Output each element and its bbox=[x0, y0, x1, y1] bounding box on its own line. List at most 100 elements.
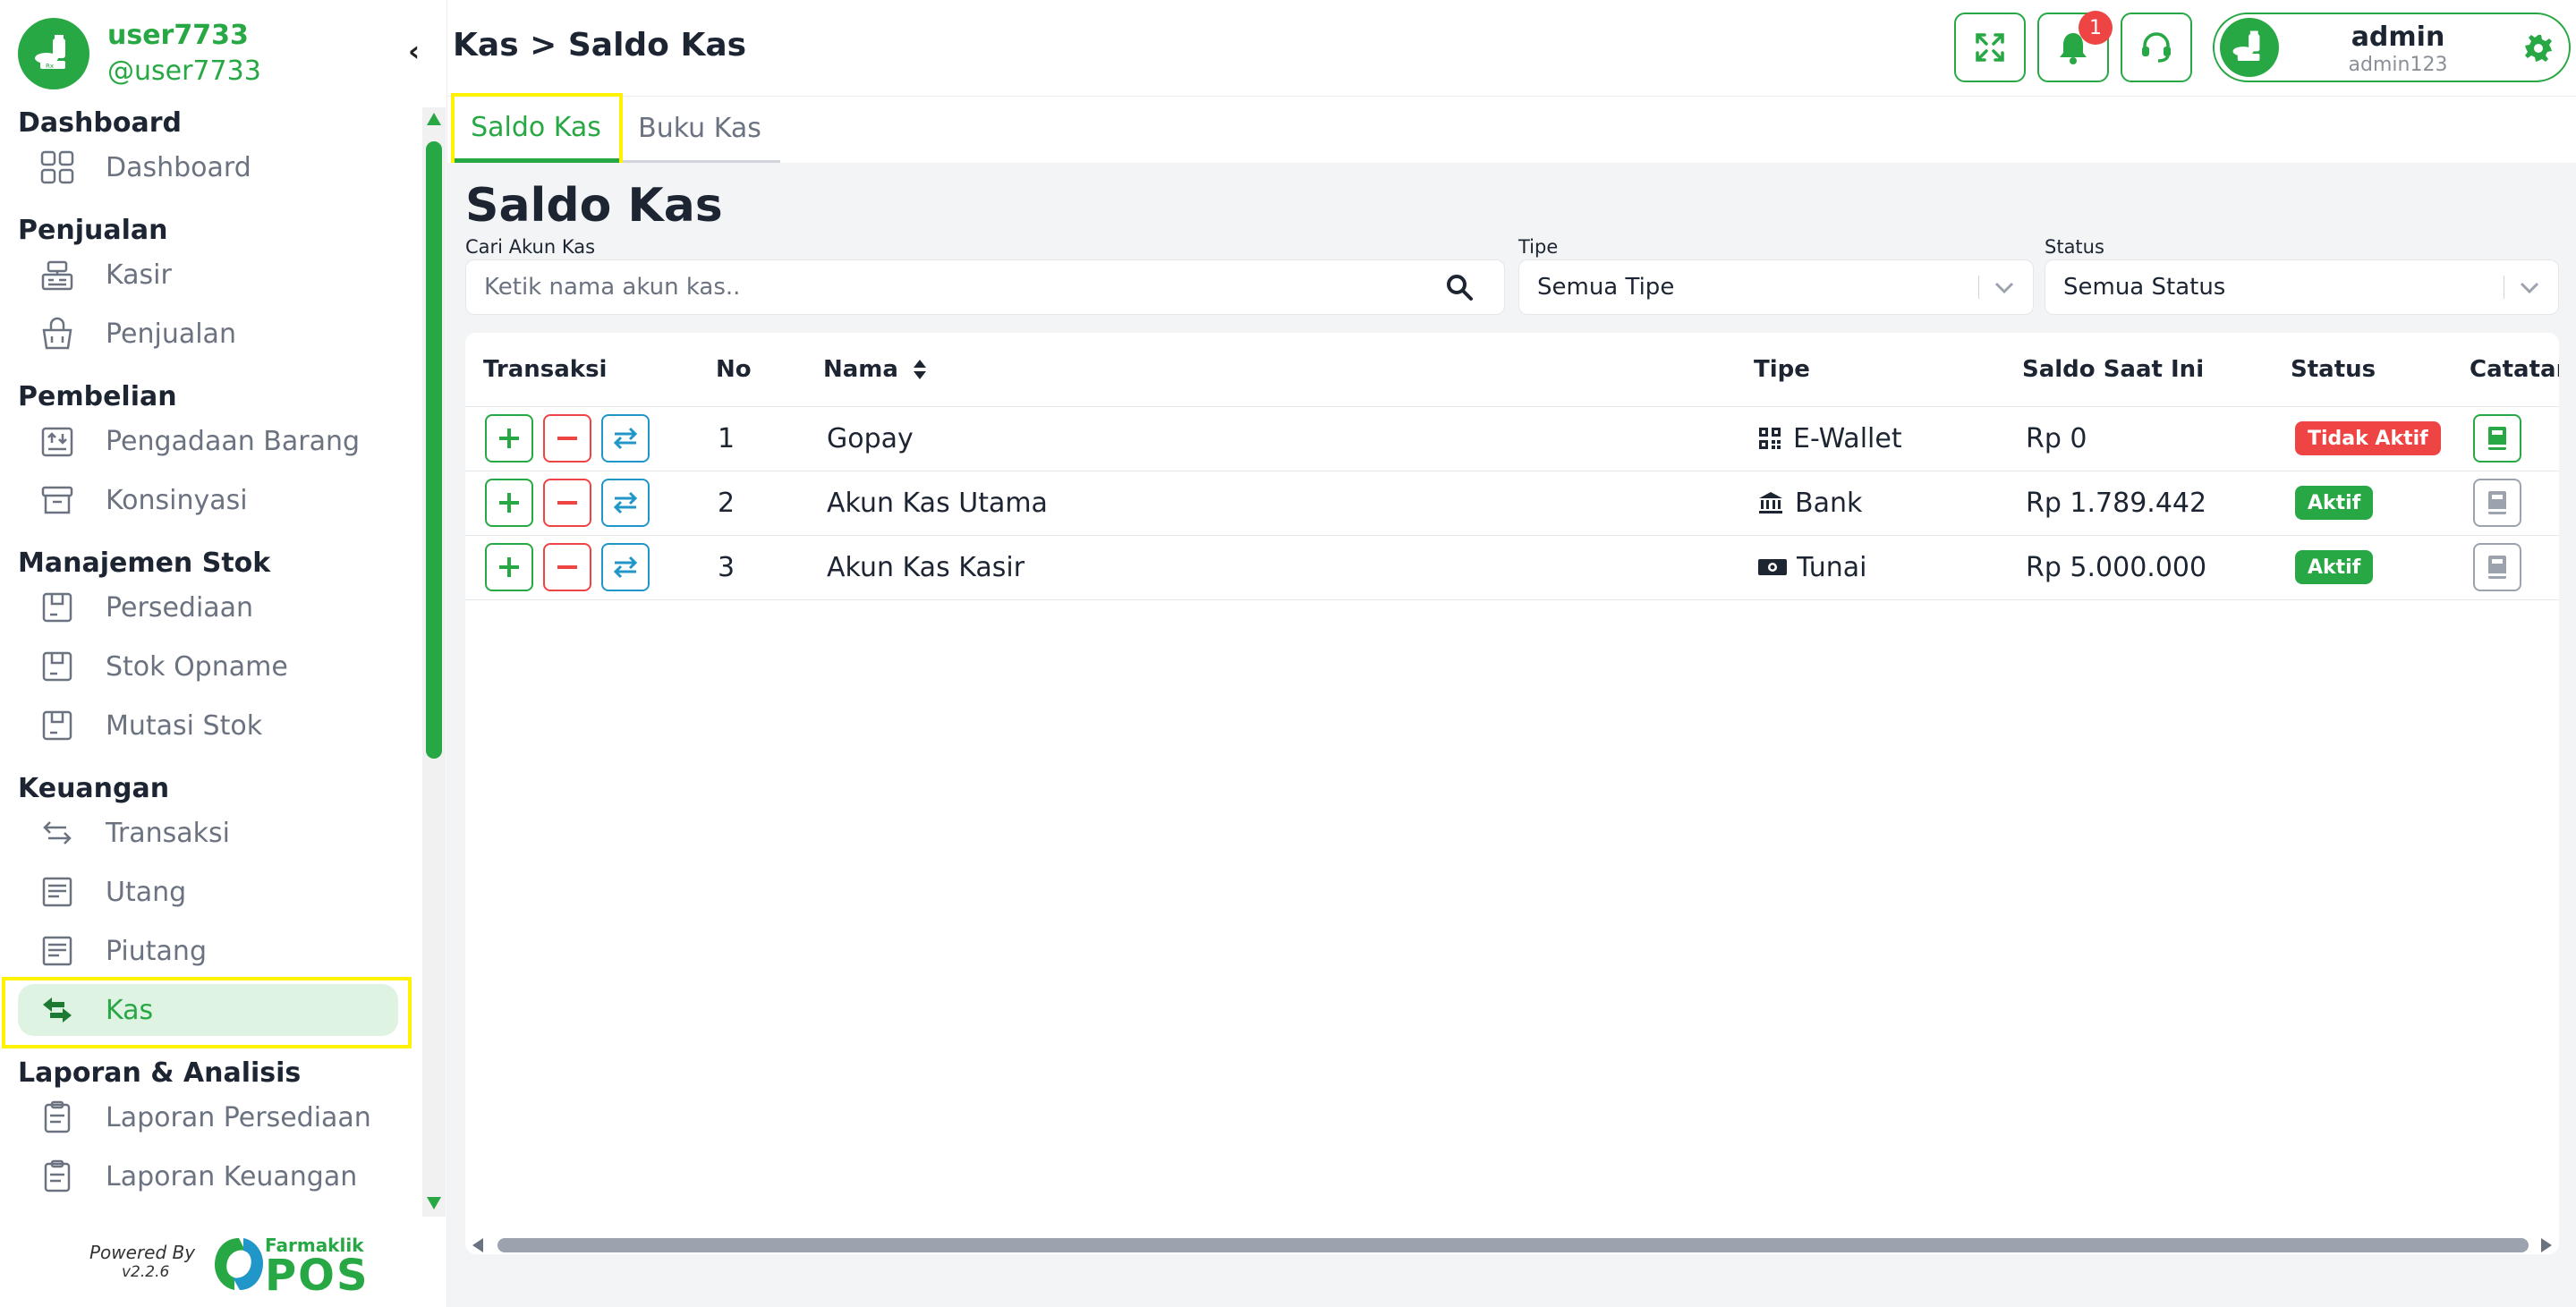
notes-button[interactable] bbox=[2473, 479, 2521, 527]
withdraw-funds-button[interactable] bbox=[543, 543, 591, 591]
shopping-basket-icon bbox=[38, 314, 77, 353]
search-field[interactable]: Ketik nama akun kas.. bbox=[465, 259, 1505, 315]
plus-icon bbox=[499, 493, 519, 513]
chevron-down-icon bbox=[2520, 282, 2539, 294]
column-header-status: Status bbox=[2291, 356, 2376, 383]
row-tipe-label: E-Wallet bbox=[1793, 422, 1902, 454]
scrollbar-thumb[interactable] bbox=[497, 1238, 2529, 1252]
sidebar-item-dashboard[interactable]: Dashboard bbox=[18, 141, 398, 193]
scroll-right-arrow-icon[interactable] bbox=[2541, 1238, 2552, 1252]
sidebar-item-label: Transaksi bbox=[106, 817, 230, 849]
dashboard-grid-icon bbox=[38, 148, 77, 187]
transfer-funds-button[interactable] bbox=[601, 543, 650, 591]
sidebar-item-konsinyasi[interactable]: Konsinyasi bbox=[18, 474, 398, 526]
column-header-nama[interactable]: Nama bbox=[823, 333, 929, 406]
row-tipe: E-Wallet bbox=[1757, 406, 1902, 471]
nav-group-pembelian: Pembelian bbox=[18, 381, 177, 412]
chevron-down-icon bbox=[1994, 282, 2014, 294]
scroll-up-arrow-icon[interactable] bbox=[427, 113, 441, 125]
book-icon bbox=[2488, 491, 2506, 514]
sidebar-item-laporan-persediaan[interactable]: Laporan Persediaan bbox=[18, 1091, 398, 1143]
support-button[interactable] bbox=[2121, 13, 2192, 82]
status-badge: Aktif bbox=[2295, 486, 2374, 520]
stock-box-icon bbox=[38, 706, 77, 745]
add-funds-button[interactable] bbox=[485, 414, 533, 463]
book-icon bbox=[2488, 427, 2506, 450]
scrollbar-thumb[interactable] bbox=[426, 141, 442, 759]
row-nama: Akun Kas Kasir bbox=[827, 551, 1025, 583]
user-menu[interactable]: admin admin123 bbox=[2213, 13, 2571, 82]
status-badge: Tidak Aktif bbox=[2295, 421, 2441, 455]
sidebar-profile: Rx user7733 @user7733 bbox=[18, 16, 429, 91]
add-funds-button[interactable] bbox=[485, 479, 533, 527]
transfer-funds-button[interactable] bbox=[601, 479, 650, 527]
sidebar-item-penjualan[interactable]: Penjualan bbox=[18, 308, 398, 360]
receipt-icon bbox=[38, 931, 77, 971]
collapse-sidebar-icon[interactable]: ‹ bbox=[408, 34, 420, 68]
add-funds-button[interactable] bbox=[485, 543, 533, 591]
notes-button[interactable] bbox=[2473, 414, 2521, 463]
sidebar-item-kasir[interactable]: Kasir bbox=[18, 249, 398, 301]
status-filter-select[interactable]: Semua Status bbox=[2045, 259, 2559, 315]
sidebar-item-stok-opname[interactable]: Stok Opname bbox=[18, 641, 398, 692]
sidebar-item-mutasi-stok[interactable]: Mutasi Stok bbox=[18, 700, 398, 751]
row-saldo: Rp 1.789.442 bbox=[2026, 487, 2207, 519]
sidebar-item-utang[interactable]: Utang bbox=[18, 866, 398, 918]
transfer-funds-button[interactable] bbox=[601, 414, 650, 463]
sidebar-item-label: Stok Opname bbox=[106, 650, 288, 683]
sidebar-item-transaksi[interactable]: Transaksi bbox=[18, 807, 398, 859]
row-saldo: Rp 0 bbox=[2026, 422, 2087, 454]
cash-accounts-table: Transaksi No Nama Tipe Saldo Saat Ini St… bbox=[465, 333, 2559, 1254]
avatar: Rx bbox=[18, 18, 89, 89]
clipboard-icon bbox=[38, 1098, 77, 1137]
column-header-transaksi: Transaksi bbox=[483, 356, 608, 383]
status-filter-label: Status bbox=[2045, 236, 2104, 258]
row-saldo: Rp 5.000.000 bbox=[2026, 551, 2207, 583]
scroll-left-arrow-icon[interactable] bbox=[472, 1238, 483, 1252]
pharmacy-logo-icon: Rx bbox=[35, 35, 65, 70]
transfer-arrows-icon bbox=[613, 491, 638, 514]
type-filter-select[interactable]: Semua Tipe bbox=[1518, 259, 2034, 315]
scroll-down-arrow-icon[interactable] bbox=[427, 1197, 441, 1209]
nav-group-penjualan: Penjualan bbox=[18, 215, 168, 246]
column-header-no: No bbox=[716, 356, 752, 383]
gear-icon[interactable] bbox=[2522, 32, 2555, 64]
money-bill-icon bbox=[1758, 559, 1787, 575]
withdraw-funds-button[interactable] bbox=[543, 414, 591, 463]
main-content: Saldo Kas Cari Akun Kas Ketik nama akun … bbox=[447, 163, 2576, 1307]
breadcrumb: Kas > Saldo Kas bbox=[453, 27, 747, 64]
sidebar-user-name: user7733 bbox=[107, 20, 249, 51]
procurement-icon bbox=[38, 421, 77, 461]
notifications-button[interactable]: 1 bbox=[2037, 11, 2113, 82]
archive-box-icon bbox=[38, 480, 77, 520]
table-horizontal-scrollbar[interactable] bbox=[465, 1235, 2559, 1256]
row-no: 1 bbox=[718, 422, 735, 454]
table-divider bbox=[465, 599, 2559, 600]
select-separator bbox=[1978, 276, 1979, 299]
table-divider bbox=[465, 406, 2559, 407]
sidebar-item-label: Utang bbox=[106, 876, 187, 908]
row-nama: Akun Kas Utama bbox=[827, 487, 1048, 519]
sidebar-user-handle: @user7733 bbox=[107, 55, 261, 87]
expand-icon bbox=[1976, 33, 2004, 62]
search-input[interactable]: Ketik nama akun kas.. bbox=[484, 274, 1445, 301]
tab-buku-kas[interactable]: Buku Kas bbox=[619, 97, 780, 163]
sidebar-item-label: Mutasi Stok bbox=[106, 709, 263, 742]
search-icon[interactable] bbox=[1445, 273, 1474, 301]
sidebar-scrollbar[interactable] bbox=[422, 107, 446, 1217]
sort-icon[interactable] bbox=[911, 357, 929, 382]
sidebar-item-pengadaan-barang[interactable]: Pengadaan Barang bbox=[18, 415, 398, 467]
minus-icon bbox=[557, 437, 577, 440]
pharmacy-logo-icon bbox=[2232, 30, 2260, 61]
notes-button[interactable] bbox=[2473, 543, 2521, 591]
page-title: Saldo Kas bbox=[465, 179, 723, 233]
sidebar-item-laporan-keuangan[interactable]: Laporan Keuangan bbox=[18, 1150, 398, 1202]
sidebar-item-label: Persediaan bbox=[106, 591, 254, 624]
sidebar-item-piutang[interactable]: Piutang bbox=[18, 925, 398, 977]
withdraw-funds-button[interactable] bbox=[543, 479, 591, 527]
clipboard-icon bbox=[38, 1157, 77, 1196]
sidebar-item-label: Kasir bbox=[106, 259, 172, 291]
highlight-kas bbox=[2, 977, 412, 1048]
sidebar-item-persediaan[interactable]: Persediaan bbox=[18, 581, 398, 633]
fullscreen-button[interactable] bbox=[1954, 13, 2026, 82]
